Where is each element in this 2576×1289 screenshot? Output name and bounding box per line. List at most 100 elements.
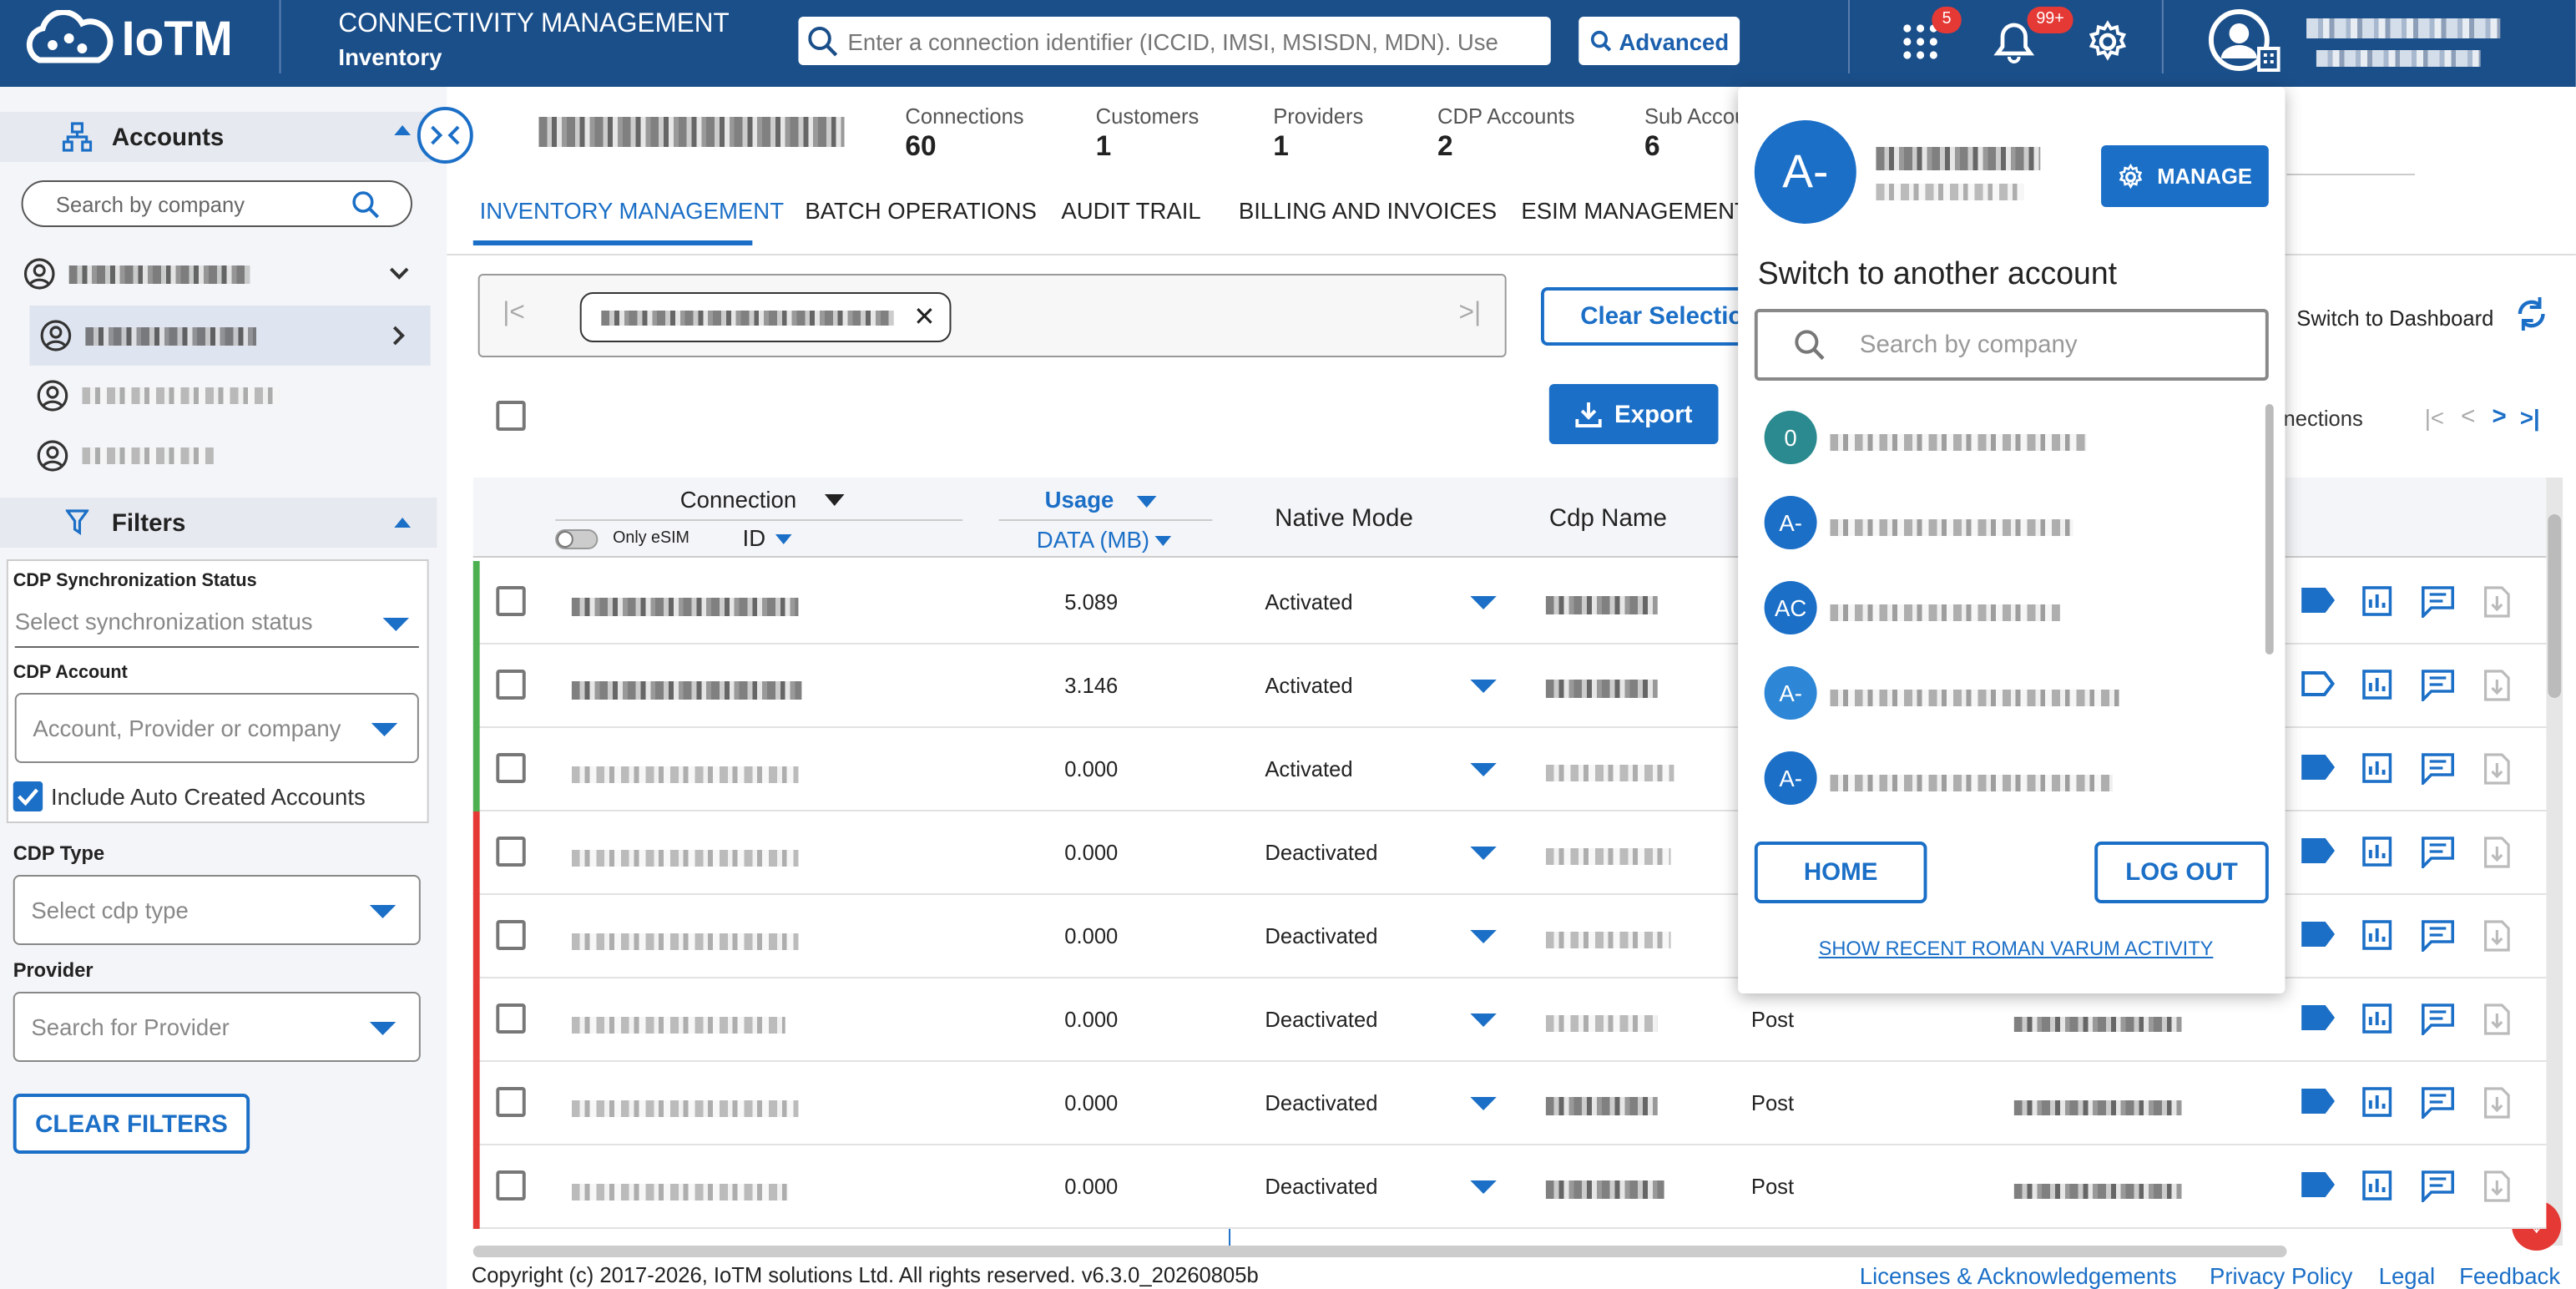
vertical-scrollbar[interactable] [2546, 478, 2563, 1246]
sort-caret-icon[interactable] [1136, 496, 1157, 508]
account-tree-item[interactable] [23, 245, 431, 302]
account-option-name-redacted[interactable] [1830, 768, 2113, 798]
comment-icon[interactable] [2422, 1003, 2454, 1035]
privacy-policy-link[interactable]: Privacy Policy [2210, 1262, 2352, 1289]
sort-caret-icon[interactable] [1154, 536, 1172, 546]
col-connection-header[interactable]: Connection [680, 486, 796, 513]
row-checkbox[interactable] [496, 920, 526, 950]
connection-id-redacted[interactable] [571, 1177, 789, 1207]
comment-icon[interactable] [2422, 1087, 2454, 1119]
recent-activity-link[interactable]: SHOW RECENT ROMAN VARUM ACTIVITY [1819, 937, 2214, 960]
pager-prev-icon[interactable]: < [2461, 402, 2475, 431]
native-mode-dropdown-icon[interactable] [1470, 847, 1497, 860]
tag-icon[interactable] [2300, 753, 2336, 781]
comment-icon[interactable] [2422, 753, 2454, 785]
stat-providers[interactable]: Providers 1 [1273, 104, 1363, 164]
connection-search[interactable] [798, 17, 1551, 65]
clear-filters-button[interactable]: CLEAR FILTERS [13, 1094, 250, 1154]
pager-last-icon[interactable]: >| [2520, 404, 2540, 431]
account-option-name-redacted[interactable] [1830, 427, 2087, 457]
filters-section-header[interactable]: Filters [0, 498, 437, 548]
comment-icon[interactable] [2422, 920, 2454, 952]
native-mode-dropdown-icon[interactable] [1470, 1097, 1497, 1110]
col-id-header[interactable]: ID [743, 524, 766, 551]
accounts-section-header[interactable]: Accounts [0, 112, 437, 162]
iotm-logo[interactable]: IoTM [20, 10, 233, 70]
download-document-icon[interactable] [2484, 1003, 2510, 1035]
account-avatar[interactable]: 0 [1764, 411, 1817, 464]
table-row[interactable]: 0.000 Deactivated Post [472, 1145, 2547, 1229]
native-mode-dropdown-icon[interactable] [1470, 763, 1497, 776]
row-checkbox[interactable] [496, 670, 526, 700]
advanced-search-button[interactable]: Advanced [1578, 17, 1740, 65]
usage-chart-icon[interactable] [2362, 1170, 2392, 1201]
row-checkbox[interactable] [496, 1087, 526, 1117]
row-checkbox[interactable] [496, 837, 526, 867]
row-checkbox[interactable] [496, 753, 526, 783]
row-checkbox[interactable] [496, 1003, 526, 1034]
comment-icon[interactable] [2422, 1170, 2454, 1202]
connection-id-redacted[interactable] [571, 843, 799, 873]
stat-sub-accounts[interactable]: Sub Accou 6 [1644, 104, 1746, 164]
connection-id-redacted[interactable] [571, 927, 799, 957]
col-cdp-name-header[interactable]: Cdp Name [1549, 504, 1667, 533]
col-native-mode-header[interactable]: Native Mode [1275, 504, 1413, 533]
cdp-account-select[interactable]: Account, Provider or company [14, 693, 419, 763]
include-auto-checkbox[interactable] [13, 781, 43, 811]
collapse-arrow-icon[interactable] [394, 125, 411, 135]
tab-esim-management[interactable]: ESIM MANAGEMENT [1521, 197, 1749, 224]
switch-account-search[interactable]: Search by company [1754, 309, 2269, 381]
native-mode-dropdown-icon[interactable] [1470, 596, 1497, 609]
logout-button[interactable]: LOG OUT [2094, 842, 2269, 903]
sort-caret-icon[interactable] [775, 534, 792, 544]
tab-audit-trail[interactable]: AUDIT TRAIL [1061, 197, 1200, 224]
account-option-name-redacted[interactable] [1830, 683, 2119, 713]
horizontal-scrollbar[interactable] [472, 1246, 2287, 1257]
download-document-icon[interactable] [2484, 753, 2510, 785]
usage-chart-icon[interactable] [2362, 1003, 2392, 1034]
feedback-link[interactable]: Feedback [2459, 1262, 2560, 1289]
connection-id-redacted[interactable] [571, 1094, 799, 1124]
connection-id-redacted[interactable] [571, 1010, 785, 1040]
download-document-icon[interactable] [2484, 837, 2510, 868]
tag-icon[interactable] [2300, 1170, 2336, 1199]
account-avatar[interactable]: A- [1764, 496, 1817, 549]
only-esim-toggle[interactable] [555, 529, 599, 549]
pager-first-icon[interactable]: |< [2425, 404, 2444, 431]
tag-icon[interactable] [2300, 586, 2336, 614]
chevron-down-icon[interactable] [387, 265, 411, 282]
provider-select[interactable]: Search for Provider [13, 992, 421, 1062]
sort-caret-icon[interactable] [824, 494, 845, 506]
popup-scrollbar[interactable] [2265, 404, 2274, 655]
connection-search-input[interactable] [847, 28, 1538, 54]
manage-account-button[interactable]: MANAGE [2101, 145, 2269, 207]
col-usage-header[interactable]: Usage [1045, 486, 1114, 513]
select-all-checkbox[interactable] [496, 401, 526, 431]
pager-next-icon[interactable]: > [2492, 402, 2506, 431]
col-data-header[interactable]: DATA (MB) [1037, 526, 1149, 553]
download-document-icon[interactable] [2484, 586, 2510, 618]
tab-batch-operations[interactable]: BATCH OPERATIONS [805, 197, 1037, 224]
download-document-icon[interactable] [2484, 920, 2510, 952]
tab-inventory-management[interactable]: INVENTORY MANAGEMENT [480, 197, 784, 224]
connection-id-redacted[interactable] [571, 676, 802, 706]
native-mode-dropdown-icon[interactable] [1470, 680, 1497, 693]
account-tree-item[interactable] [36, 367, 443, 424]
tag-icon[interactable] [2300, 1003, 2336, 1032]
cdp-sync-select[interactable]: Select synchronization status [14, 608, 419, 648]
table-row[interactable]: 0.000 Deactivated Post [472, 1062, 2547, 1145]
chevron-right-icon[interactable] [391, 324, 407, 347]
apps-grid-icon[interactable] [1902, 23, 1938, 60]
chip-close-icon[interactable]: ✕ [913, 301, 935, 334]
usage-chart-icon[interactable] [2362, 670, 2392, 700]
clear-selection-button[interactable]: Clear Selectio [1540, 287, 1755, 346]
connection-id-redacted[interactable] [571, 760, 799, 790]
connection-id-redacted[interactable] [571, 593, 799, 623]
selected-connection-chip[interactable]: ✕ [579, 292, 952, 342]
cdp-type-select[interactable]: Select cdp type [13, 875, 421, 945]
first-page-icon[interactable]: |< [503, 299, 525, 329]
usage-chart-icon[interactable] [2362, 1087, 2392, 1117]
account-tree-item-selected[interactable] [29, 306, 431, 366]
last-page-icon[interactable]: >| [1459, 299, 1482, 329]
account-option-name-redacted[interactable] [1830, 598, 2060, 628]
